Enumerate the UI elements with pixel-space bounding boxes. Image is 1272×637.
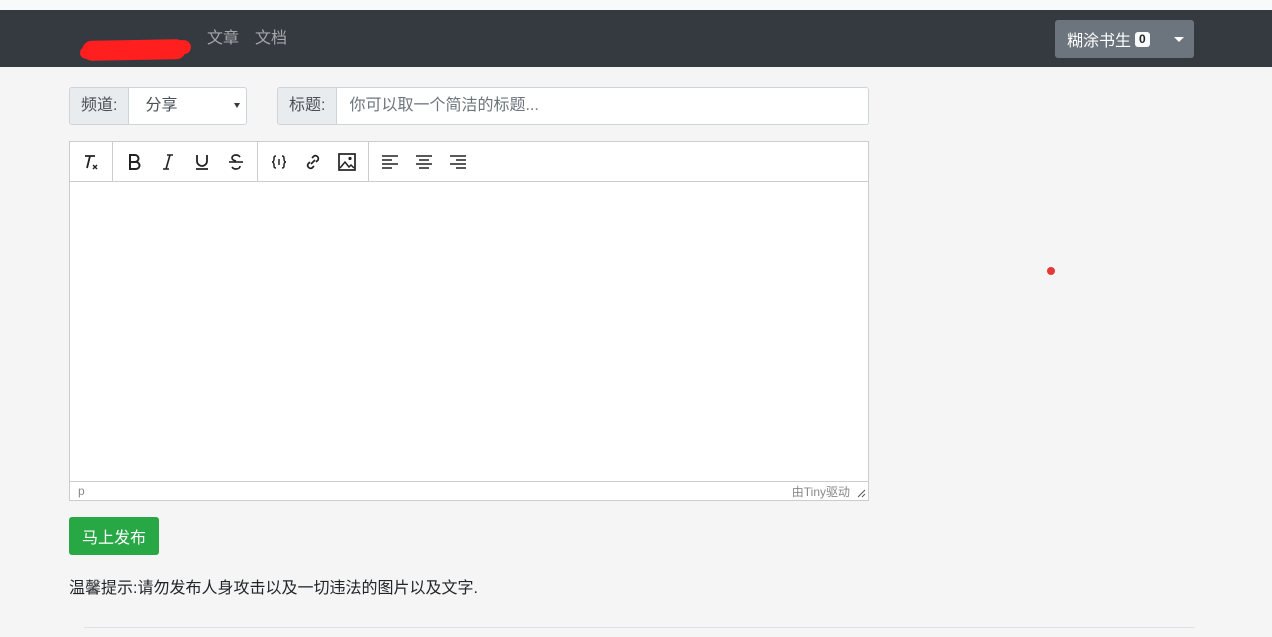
code-icon — [271, 154, 287, 169]
channel-select-value: 分享 — [145, 97, 178, 114]
navbar: 文章 文档 糊涂书生 0 — [0, 10, 1272, 67]
select-arrow-icon — [234, 103, 240, 108]
toolbar-group-align — [369, 142, 479, 181]
channel-label: 频道: — [70, 88, 130, 124]
title-label: 标题: — [278, 88, 338, 124]
image-icon — [338, 152, 356, 171]
align-right-button[interactable] — [441, 147, 475, 177]
nav-link-articles[interactable]: 文章 — [207, 29, 239, 49]
underline-icon — [196, 154, 208, 170]
red-dot-marker — [1047, 267, 1055, 275]
channel-group: 频道: 分享 — [69, 87, 247, 125]
align-center-button[interactable] — [407, 147, 441, 177]
underline-button[interactable] — [185, 147, 219, 177]
divider — [84, 627, 1195, 628]
top-strip — [0, 0, 1272, 10]
bold-button[interactable] — [117, 147, 151, 177]
toolbar-group-insert — [258, 142, 369, 181]
rich-text-editor: p 由Tiny驱动 — [69, 141, 869, 501]
user-name: 糊涂书生 — [1067, 33, 1132, 50]
italic-button[interactable] — [151, 147, 185, 177]
channel-select[interactable]: 分享 — [129, 88, 246, 124]
align-left-button[interactable] — [373, 147, 407, 177]
title-input[interactable] — [337, 88, 868, 124]
strikethrough-icon — [229, 153, 243, 170]
link-icon — [306, 154, 320, 169]
strikethrough-button[interactable] — [219, 147, 253, 177]
element-path[interactable]: p — [78, 484, 85, 498]
italic-icon — [163, 153, 173, 170]
remove-format-icon — [85, 154, 98, 169]
resize-handle-icon[interactable] — [857, 489, 866, 498]
publish-button[interactable]: 马上发布 — [69, 517, 159, 555]
editor-content-area[interactable] — [70, 182, 868, 482]
link-button[interactable] — [296, 147, 330, 177]
align-center-icon — [416, 154, 432, 169]
align-left-icon — [382, 154, 398, 169]
editor-toolbar — [70, 142, 868, 182]
toolbar-group-format — [70, 142, 113, 181]
code-button[interactable] — [262, 147, 296, 177]
nav-link-docs[interactable]: 文档 — [255, 29, 287, 49]
warning-tip: 温馨提示:请勿发布人身攻击以及一切违法的图片以及文字. — [69, 580, 478, 597]
powered-by-text[interactable]: 由Tiny驱动 — [792, 483, 850, 500]
caret-down-icon — [1173, 36, 1184, 42]
title-group: 标题: — [277, 87, 869, 125]
remove-format-button[interactable] — [74, 147, 108, 177]
user-dropdown-toggle[interactable] — [1163, 20, 1194, 58]
user-menu-button[interactable]: 糊涂书生 0 — [1055, 20, 1194, 58]
editor-statusbar: p 由Tiny驱动 — [70, 481, 868, 500]
image-button[interactable] — [330, 147, 364, 177]
toolbar-group-style — [113, 142, 258, 181]
user-button-main[interactable]: 糊涂书生 0 — [1055, 20, 1163, 58]
align-right-icon — [450, 154, 466, 169]
bold-icon — [129, 153, 141, 170]
brand-logo-redacted[interactable] — [81, 39, 187, 61]
notification-badge: 0 — [1135, 31, 1150, 47]
